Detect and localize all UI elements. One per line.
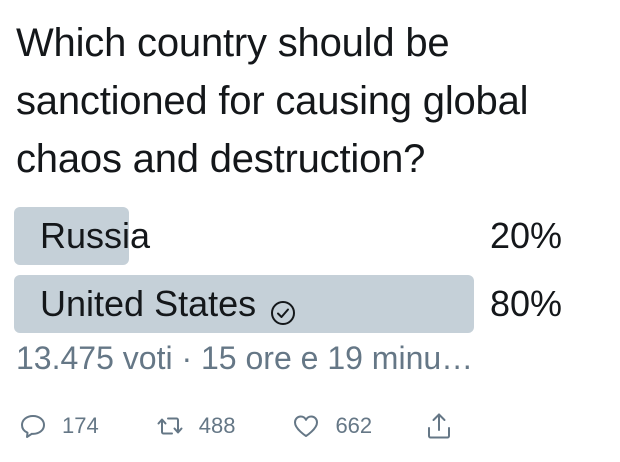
like-button[interactable]: 662 [291, 411, 372, 441]
share-icon [424, 411, 454, 441]
reply-count: 174 [62, 413, 99, 438]
retweet-count: 488 [198, 413, 236, 438]
poll-option-russia: Russia 20% [14, 206, 574, 265]
check-circle-icon [270, 292, 296, 325]
poll-option-united-states: United States 80% [14, 274, 574, 333]
reply-icon [18, 411, 48, 441]
poll-question: Which country should be sanctioned for c… [16, 21, 529, 181]
share-button[interactable] [424, 411, 454, 441]
reply-button[interactable]: 174 [18, 411, 99, 441]
poll-option-percent: 80% [489, 283, 562, 324]
retweet-button[interactable]: 488 [155, 411, 236, 441]
tweet-actions: 174 488 662 [18, 404, 538, 448]
poll-option-label: United States [40, 283, 257, 324]
poll-options: Russia 20% United States 80% [14, 206, 574, 342]
poll-option-percent: 20% [489, 215, 562, 256]
retweet-icon [155, 411, 185, 441]
like-icon [291, 411, 321, 441]
poll-option-label: Russia [40, 215, 151, 256]
like-count: 662 [335, 413, 373, 438]
poll-meta: 13.475 voti · 15 ore e 19 minu… [16, 340, 474, 376]
